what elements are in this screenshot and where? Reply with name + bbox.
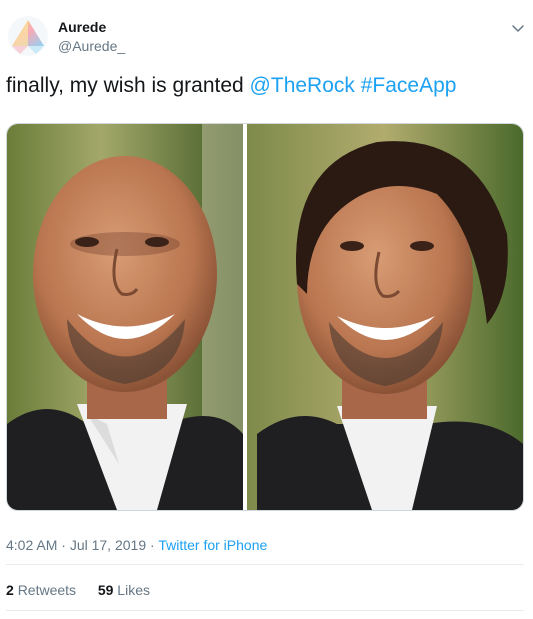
tweet-date[interactable]: Jul 17, 2019 (70, 537, 146, 553)
tweet-source-link[interactable]: Twitter for iPhone (158, 537, 267, 553)
tweet-text: finally, my wish is granted @TheRock #Fa… (6, 74, 456, 98)
mention-link[interactable]: @TheRock (250, 74, 355, 97)
user-display-name[interactable]: Aurede (58, 19, 106, 35)
tweet-time[interactable]: 4:02 AM (6, 537, 57, 553)
chevron-down-icon[interactable] (507, 17, 529, 39)
user-handle[interactable]: @Aurede_ (58, 38, 125, 54)
tweet-meta: 4:02 AM · Jul 17, 2019 · Twitter for iPh… (6, 537, 267, 553)
likes-label: Likes (117, 582, 150, 598)
retweets-label: Retweets (17, 582, 77, 598)
retweets-count: 2 (6, 582, 14, 598)
divider (6, 610, 524, 611)
tweet-media[interactable] (6, 123, 524, 511)
right-photo[interactable] (245, 124, 523, 510)
hashtag-link[interactable]: #FaceApp (361, 74, 457, 97)
meta-separator: · (57, 537, 70, 553)
divider (6, 564, 524, 565)
likes-count: 59 (97, 582, 114, 598)
tweet-body: finally, my wish is granted (6, 74, 244, 97)
left-photo[interactable] (7, 124, 243, 510)
likes-stat[interactable]: 59 Likes (98, 582, 150, 598)
meta-separator: · (146, 537, 159, 553)
retweets-stat[interactable]: 2 Retweets (6, 582, 76, 598)
avatar[interactable] (8, 16, 48, 56)
tweet-stats: 2 Retweets 59 Likes (6, 582, 150, 598)
